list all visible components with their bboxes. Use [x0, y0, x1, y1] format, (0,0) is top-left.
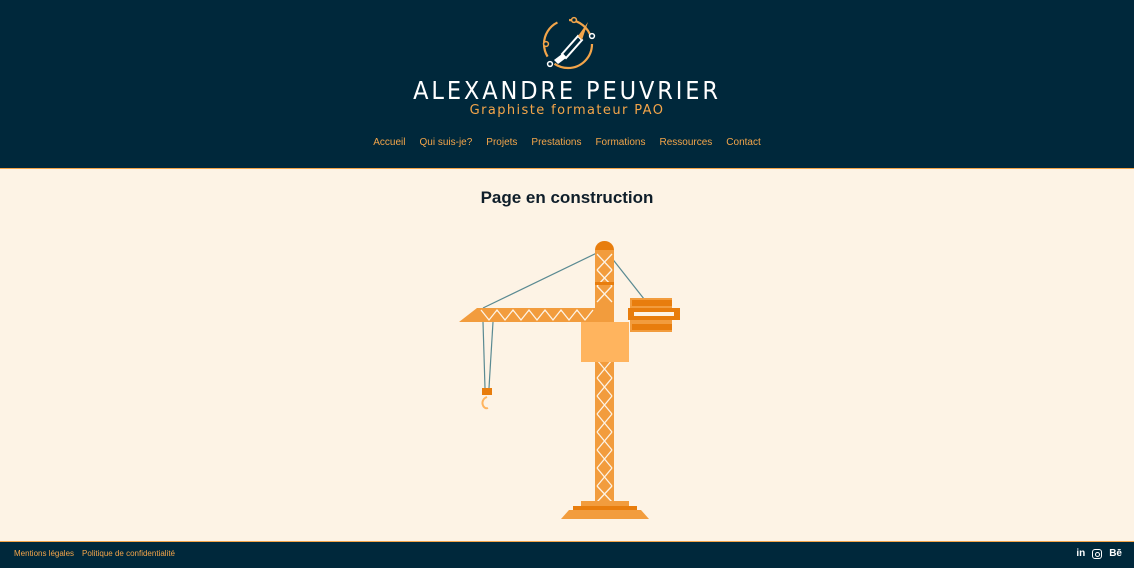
brand-subtitle: Graphiste formateur PAO	[469, 103, 665, 118]
site-header: ALEXANDRE PEUVRIER Graphiste formateur P…	[0, 0, 1134, 169]
nav-item-ressources[interactable]: Ressources	[659, 137, 712, 148]
main-nav: Accueil Qui suis-je? Projets Prestations…	[0, 137, 1134, 148]
privacy-policy-link[interactable]: Politique de confidentialité	[82, 549, 175, 558]
site-footer: Mentions légales Politique de confidenti…	[0, 541, 1134, 568]
page-title: Page en construction	[480, 188, 654, 207]
nav-item-prestations[interactable]: Prestations	[531, 137, 581, 148]
footer-links: Mentions légales Politique de confidenti…	[14, 549, 175, 558]
instagram-icon[interactable]	[1092, 549, 1103, 559]
social-links: in Bē	[1076, 548, 1122, 560]
nav-item-projets[interactable]: Projets	[486, 137, 517, 148]
nav-item-contact[interactable]: Contact	[726, 137, 760, 148]
nav-item-qui-suis-je[interactable]: Qui suis-je?	[419, 137, 472, 148]
behance-icon[interactable]: Bē	[1109, 548, 1122, 560]
crane-illustration	[459, 241, 680, 519]
legal-notice-link[interactable]: Mentions légales	[14, 549, 74, 558]
nav-item-formations[interactable]: Formations	[595, 137, 645, 148]
nav-item-accueil[interactable]: Accueil	[373, 137, 405, 148]
logo-icon[interactable]	[538, 14, 598, 72]
brand-name: ALEXANDRE PEUVRIER	[413, 76, 721, 105]
linkedin-icon[interactable]: in	[1076, 548, 1085, 560]
